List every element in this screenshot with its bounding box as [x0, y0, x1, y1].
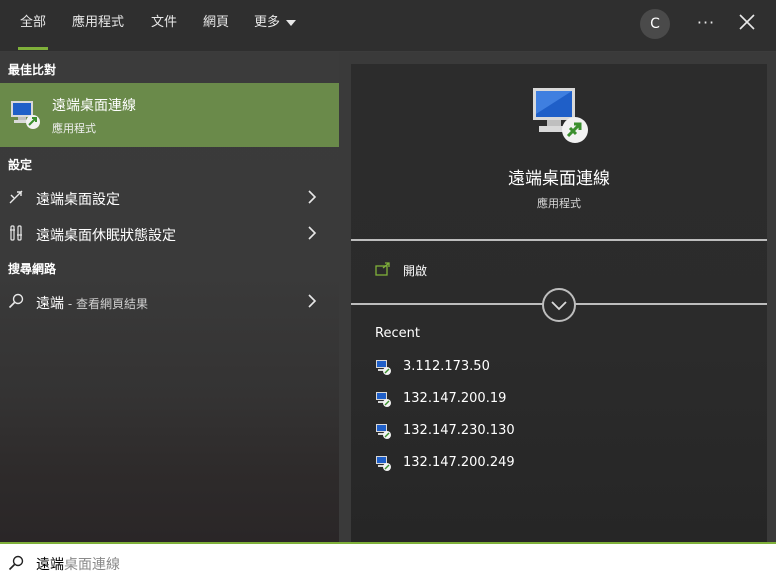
remote-desktop-icon [376, 360, 391, 375]
remote-desktop-icon [11, 101, 40, 129]
recent-item-label: 132.147.200.19 [403, 391, 507, 406]
remote-desktop-icon [376, 456, 391, 471]
recent-item-label: 132.147.200.249 [403, 455, 515, 470]
web-search-item[interactable]: 遠端 - 查看網頁結果 [0, 285, 339, 319]
search-typed-text: 遠端 [36, 557, 64, 573]
open-label: 開啟 [403, 264, 428, 278]
remote-desktop-icon [376, 392, 391, 407]
more-options-icon[interactable]: ··· [693, 10, 719, 36]
web-search-heading: 搜尋網路 [8, 262, 57, 276]
caret-down-icon [286, 19, 296, 26]
sleep-settings-icon [10, 225, 22, 241]
settings-item-label: 遠端桌面設定 [36, 192, 120, 208]
chevron-right-icon [308, 226, 317, 240]
best-match-heading: 最佳比對 [8, 63, 57, 77]
search-input[interactable]: 遠端桌面連線 [36, 554, 120, 574]
settings-item-label: 遠端桌面休眠狀態設定 [36, 228, 176, 244]
chevron-down-icon [551, 301, 567, 311]
divider [351, 239, 767, 241]
settings-item-sleep[interactable]: 遠端桌面休眠狀態設定 [0, 217, 339, 251]
tab-all[interactable]: 全部 [10, 0, 56, 51]
filter-tab-bar: 全部 應用程式 文件 網頁 更多 C ··· [0, 0, 776, 52]
results-panel: 最佳比對 遠端桌面連線 應用程式 設定 遠端桌面設定 遠端桌面休眠狀態設定 搜尋… [0, 52, 339, 542]
best-match-subtitle: 應用程式 [52, 122, 96, 135]
remote-desktop-icon [376, 424, 391, 439]
tab-apps[interactable]: 應用程式 [66, 0, 130, 51]
settings-item-remote-desktop[interactable]: 遠端桌面設定 [0, 181, 339, 215]
web-search-label: 遠端 - 查看網頁結果 [36, 293, 148, 313]
search-box[interactable]: 遠端桌面連線 [0, 542, 776, 583]
close-icon[interactable] [735, 10, 759, 34]
search-icon [8, 293, 24, 309]
chevron-right-icon [308, 294, 317, 308]
settings-heading: 設定 [8, 158, 33, 172]
recent-item-label: 3.112.173.50 [403, 359, 490, 374]
preview-panel: 遠端桌面連線 應用程式 開啟 Recent 3.112.173.50 132.1… [351, 64, 767, 542]
best-match-item[interactable]: 遠端桌面連線 應用程式 [0, 83, 339, 147]
expand-button[interactable] [542, 288, 576, 322]
app-subtitle: 應用程式 [537, 197, 581, 210]
remote-settings-icon [9, 190, 23, 204]
tab-more[interactable]: 更多 [248, 0, 302, 51]
remote-desktop-icon [533, 88, 588, 143]
web-search-suffix: - 查看網頁結果 [64, 297, 148, 311]
start-search-window: 全部 應用程式 文件 網頁 更多 C ··· 最佳比對 遠端桌面連線 應用程式 … [0, 0, 776, 583]
chevron-right-icon [308, 190, 317, 204]
web-search-query: 遠端 [36, 296, 64, 312]
tab-documents[interactable]: 文件 [144, 0, 184, 51]
app-title: 遠端桌面連線 [508, 169, 610, 189]
best-match-title: 遠端桌面連線 [52, 98, 136, 114]
tab-web[interactable]: 網頁 [196, 0, 236, 51]
recent-heading: Recent [375, 326, 420, 341]
search-autocomplete: 桌面連線 [64, 557, 120, 573]
open-icon [375, 262, 390, 276]
search-icon [8, 555, 24, 571]
recent-item-label: 132.147.230.130 [403, 423, 515, 438]
account-avatar[interactable]: C [640, 9, 670, 39]
